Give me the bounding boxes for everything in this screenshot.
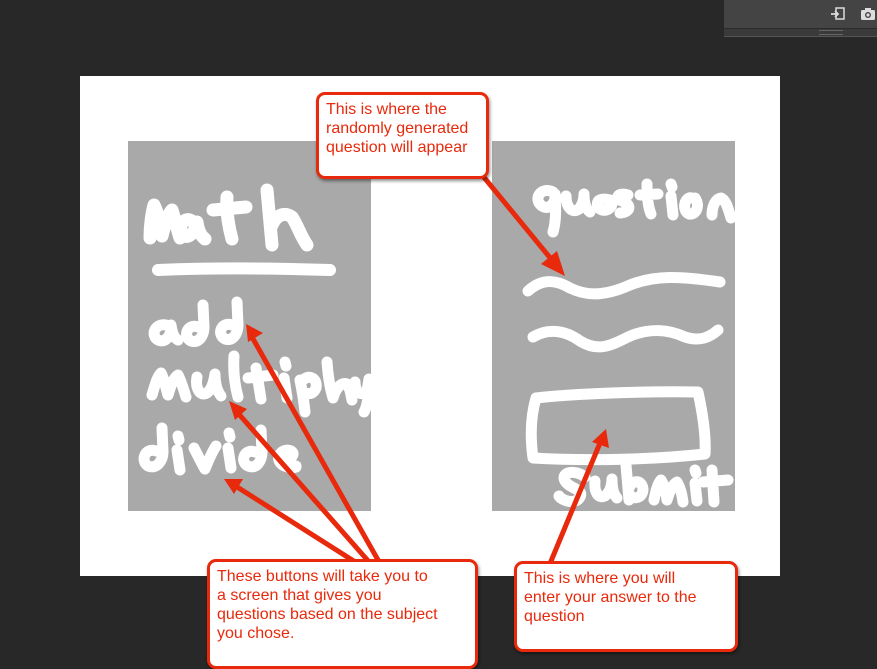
buttons-callout: These buttons will take you to a screen …	[207, 559, 478, 669]
question-callout: This is where the randomly generated que…	[316, 92, 489, 179]
answer-callout: This is where you will enter your answer…	[514, 561, 738, 652]
title-underline-sketch	[152, 262, 336, 276]
